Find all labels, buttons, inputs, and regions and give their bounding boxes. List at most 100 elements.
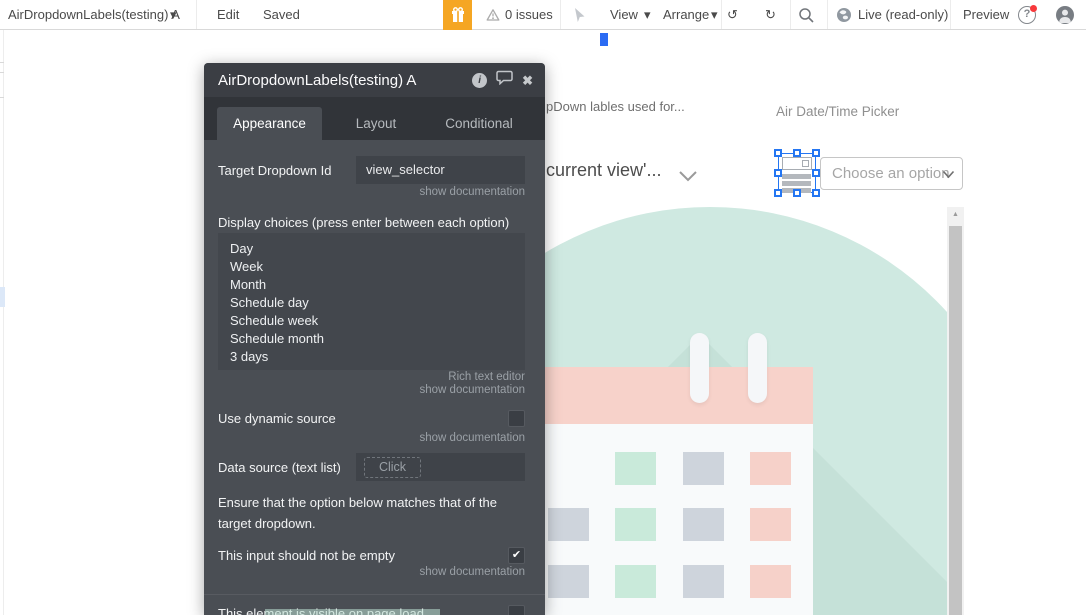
- calendar-pin: [690, 333, 709, 403]
- data-source-row: Data source (text list) Click: [218, 453, 525, 481]
- choice-item: Month: [230, 276, 513, 294]
- calendar-cell: [683, 452, 724, 485]
- arrange-menu[interactable]: Arrange: [663, 0, 709, 30]
- not-empty-label: This input should not be empty: [218, 548, 395, 563]
- choice-item: Day: [230, 240, 513, 258]
- dropdown-glyph-button: [802, 160, 809, 167]
- cursor-tool-icon[interactable]: [572, 7, 587, 28]
- target-dropdown-id-input[interactable]: view_selector: [356, 156, 525, 184]
- click-button[interactable]: Click: [364, 457, 421, 478]
- resize-handle-se[interactable]: [812, 189, 820, 197]
- view-dropdown-element[interactable]: current view'...: [546, 160, 661, 181]
- calendar-cell: [750, 565, 791, 598]
- not-empty-checkbox[interactable]: ✔: [508, 547, 525, 564]
- redo-button[interactable]: ↻: [765, 0, 776, 30]
- toolbar-divider: [950, 0, 951, 29]
- panel-divider: [204, 594, 545, 595]
- preview-button[interactable]: Preview: [963, 0, 1009, 30]
- live-readonly-status[interactable]: Live (read-only): [858, 0, 948, 30]
- choice-item: Schedule week: [230, 312, 513, 330]
- resize-handle-sw[interactable]: [774, 189, 782, 197]
- search-icon[interactable]: [798, 7, 815, 29]
- textarea-hints: Rich text editor show documentation: [420, 371, 525, 397]
- saved-status: Saved: [263, 0, 300, 30]
- canvas-element-edge-blue: [0, 287, 5, 307]
- not-empty-row: This input should not be empty ✔: [218, 546, 525, 564]
- gift-icon: [450, 7, 466, 23]
- canvas-element-edge: [0, 62, 4, 63]
- dropdown-glyph-line: [782, 181, 811, 186]
- tab-appearance[interactable]: Appearance: [217, 107, 322, 140]
- caret-down-icon: ▾: [644, 0, 651, 30]
- calendar-cell: [750, 452, 791, 485]
- show-documentation-link[interactable]: show documentation: [420, 186, 525, 199]
- bubble-editor-screen: AirDropdownLabels(testing) A ▾ Edit Save…: [0, 0, 1086, 615]
- view-menu[interactable]: View: [610, 0, 638, 30]
- choose-option-placeholder: Choose an option: [832, 165, 950, 182]
- data-source-input[interactable]: Click: [356, 453, 525, 481]
- display-choices-label: Display choices (press enter between eac…: [218, 215, 509, 230]
- canvas-edge-line: [3, 30, 4, 615]
- dropdown-glyph-line: [782, 174, 811, 179]
- toolbar-divider: [721, 0, 722, 29]
- tab-layout[interactable]: Layout: [322, 107, 430, 140]
- calendar-cell: [548, 565, 589, 598]
- comment-icon[interactable]: [496, 70, 513, 90]
- dynamic-source-label: Use dynamic source: [218, 411, 336, 426]
- canvas-text-element[interactable]: pDown lables used for...: [546, 99, 685, 114]
- chevron-down-icon: [678, 169, 698, 187]
- show-documentation-link[interactable]: show documentation: [420, 566, 525, 579]
- issues-counter[interactable]: 0 issues: [505, 0, 553, 30]
- canvas-bleed-artifact: [265, 609, 440, 615]
- choice-item: Schedule day: [230, 294, 513, 312]
- show-documentation-link[interactable]: show documentation: [420, 432, 525, 445]
- visible-on-load-checkbox[interactable]: [508, 605, 525, 615]
- choice-item: Week: [230, 258, 513, 276]
- person-icon: [1056, 6, 1074, 24]
- element-selector-dropdown[interactable]: AirDropdownLabels(testing) A: [8, 0, 180, 30]
- display-choices-textarea[interactable]: Day Week Month Schedule day Schedule wee…: [218, 233, 525, 370]
- vertical-scrollbar[interactable]: ▲: [947, 207, 964, 615]
- calendar-cell: [683, 508, 724, 541]
- info-icon[interactable]: i: [472, 73, 487, 88]
- resize-handle-w[interactable]: [774, 169, 782, 177]
- resize-handle-s[interactable]: [793, 189, 801, 197]
- scrollbar-thumb[interactable]: [949, 226, 962, 615]
- scroll-up-button[interactable]: ▲: [947, 207, 964, 224]
- caret-down-icon: ▾: [711, 0, 718, 30]
- panel-tabs: Appearance Layout Conditional: [204, 97, 545, 140]
- tab-conditional[interactable]: Conditional: [430, 107, 528, 140]
- resize-handle-n[interactable]: [793, 149, 801, 157]
- picker-title-text[interactable]: Air Date/Time Picker: [776, 104, 899, 119]
- choose-option-dropdown[interactable]: Choose an option: [820, 157, 963, 190]
- property-editor-panel: AirDropdownLabels(testing) A i ✖ Appeara…: [204, 63, 545, 615]
- choice-item: Schedule month: [230, 330, 513, 348]
- edit-mode-button[interactable]: Edit: [217, 0, 239, 30]
- gift-button[interactable]: [443, 0, 472, 30]
- panel-titlebar[interactable]: AirDropdownLabels(testing) A i ✖: [204, 63, 545, 97]
- top-toolbar: AirDropdownLabels(testing) A ▾ Edit Save…: [0, 0, 1086, 30]
- calendar-cell: [615, 508, 656, 541]
- calendar-cell: [750, 508, 791, 541]
- notification-dot: [1030, 5, 1037, 12]
- calendar-pin: [748, 333, 767, 403]
- resize-handle-nw[interactable]: [774, 149, 782, 157]
- data-source-label: Data source (text list): [218, 460, 341, 475]
- close-icon[interactable]: ✖: [522, 73, 533, 88]
- resize-handle-e[interactable]: [812, 169, 820, 177]
- toolbar-divider: [827, 0, 828, 29]
- breakpoint-marker: [600, 33, 608, 46]
- selected-datetime-picker-element[interactable]: [774, 149, 821, 198]
- show-documentation-link[interactable]: show documentation: [420, 384, 525, 397]
- calendar-cell: [615, 452, 656, 485]
- choice-item: 3 days: [230, 348, 513, 366]
- resize-handle-ne[interactable]: [812, 149, 820, 157]
- caret-down-icon[interactable]: ▾: [170, 0, 177, 30]
- user-avatar[interactable]: [1056, 6, 1074, 24]
- help-button[interactable]: ?: [1018, 6, 1036, 24]
- dynamic-source-checkbox[interactable]: [508, 410, 525, 427]
- rich-text-editor-link[interactable]: Rich text editor: [420, 371, 525, 384]
- target-dropdown-label: Target Dropdown Id: [218, 163, 331, 178]
- undo-button[interactable]: ↺: [727, 0, 738, 30]
- panel-note: Ensure that the option below matches tha…: [218, 492, 497, 534]
